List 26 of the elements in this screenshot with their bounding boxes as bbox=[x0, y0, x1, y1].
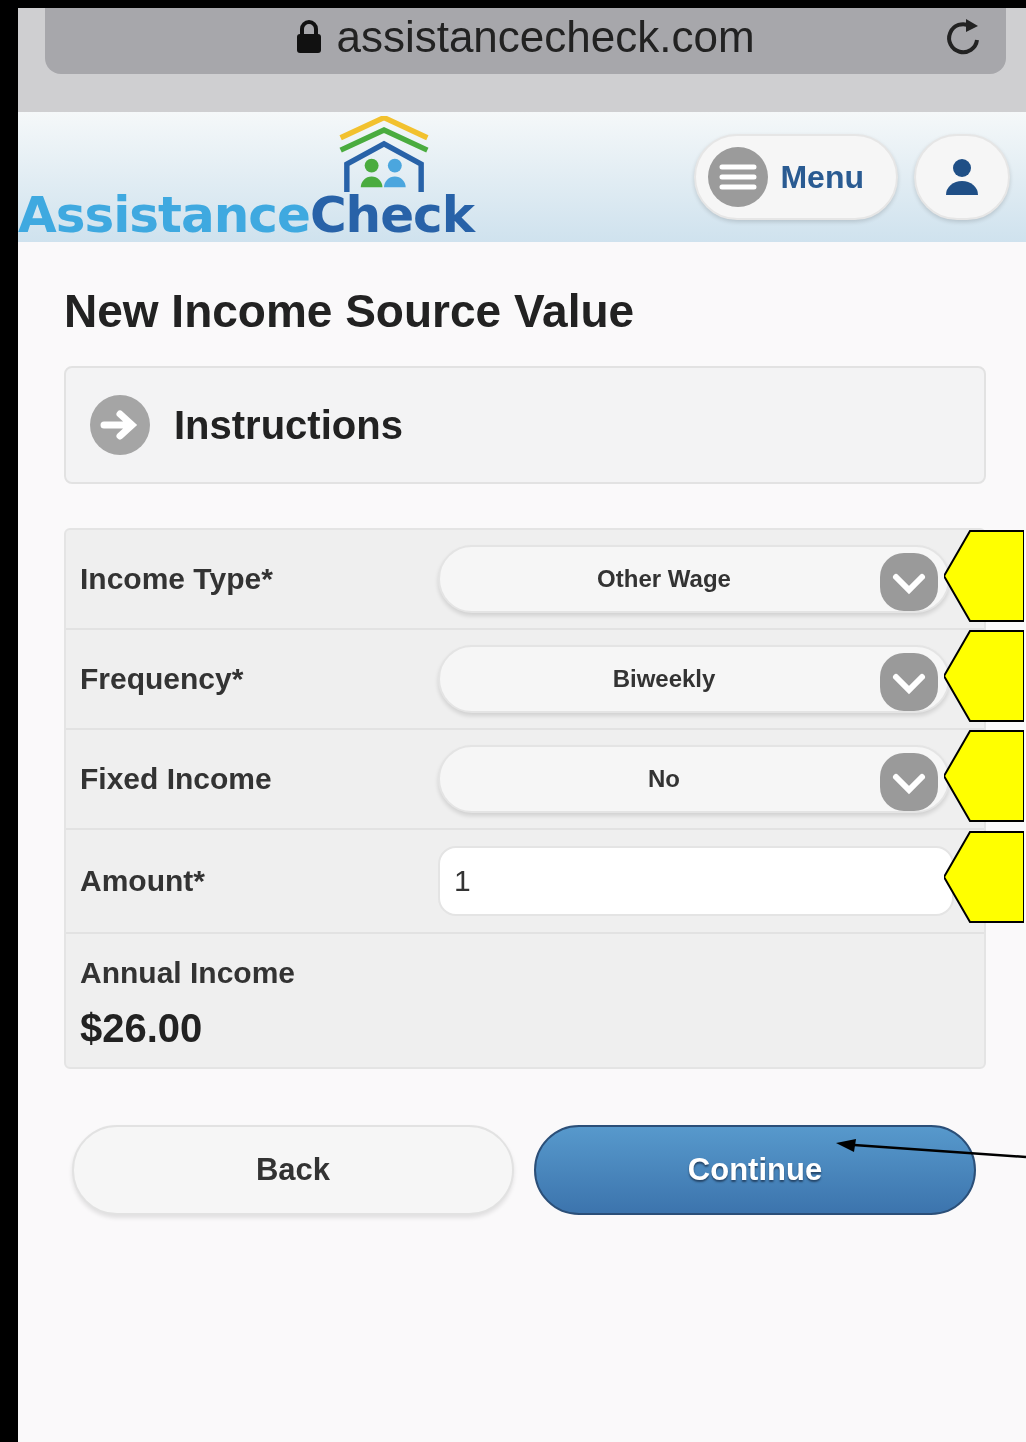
menu-button[interactable]: Menu bbox=[694, 134, 898, 220]
instructions-toggle[interactable]: Instructions bbox=[64, 366, 986, 484]
field-label: Income Type* bbox=[80, 562, 274, 596]
menu-icon bbox=[708, 147, 769, 207]
amount-field[interactable]: 1 bbox=[438, 846, 954, 916]
address-bar[interactable]: assistancecheck.com bbox=[45, 8, 1006, 74]
annual-income-value: $26.00 bbox=[80, 1006, 204, 1051]
page-title: New Income Source Value bbox=[64, 284, 636, 338]
field-label: Frequency* bbox=[80, 662, 245, 696]
chevron-down-icon bbox=[880, 653, 938, 711]
field-label: Fixed Income bbox=[80, 762, 273, 796]
url-text: assistancecheck.com bbox=[336, 12, 755, 62]
user-button[interactable] bbox=[914, 134, 1010, 220]
user-icon bbox=[945, 158, 979, 196]
continue-button[interactable]: Continue bbox=[534, 1125, 976, 1215]
dropdown[interactable]: Other Wage bbox=[438, 545, 950, 613]
logo-text: AssistanceCheck bbox=[18, 190, 474, 240]
annual-income-label: Annual Income bbox=[80, 956, 297, 990]
dropdown[interactable]: No bbox=[438, 745, 950, 813]
dropdown[interactable]: Biweekly bbox=[438, 645, 950, 713]
chevron-down-icon bbox=[880, 553, 938, 611]
arrow-right-icon bbox=[90, 395, 150, 455]
lock-icon bbox=[296, 20, 323, 54]
field-label: Amount* bbox=[80, 864, 206, 898]
chevron-down-icon bbox=[880, 753, 938, 811]
back-button[interactable]: Back bbox=[72, 1125, 514, 1215]
